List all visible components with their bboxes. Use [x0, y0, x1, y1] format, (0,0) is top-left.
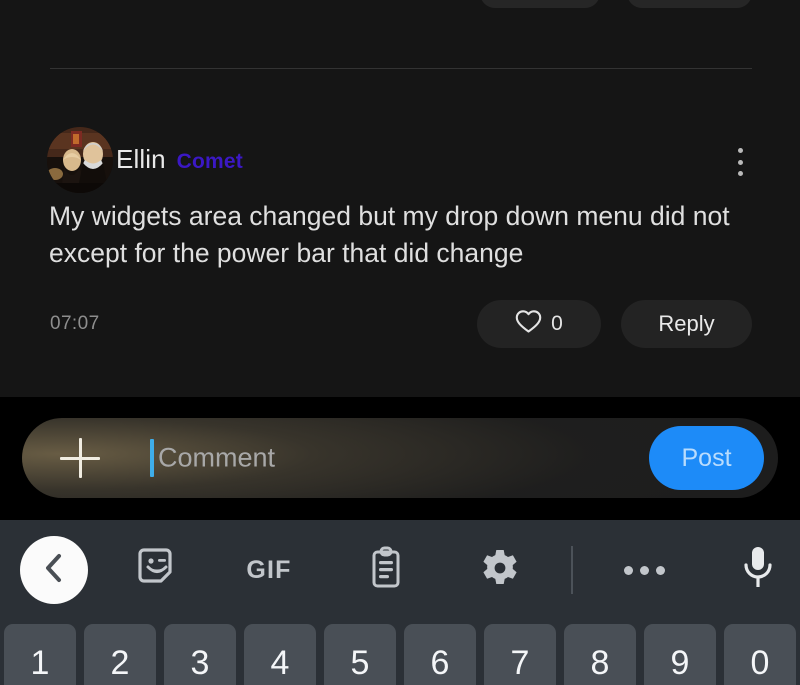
key-5[interactable]: 5 [324, 624, 396, 685]
key-label: 9 [670, 644, 690, 682]
virtual-keyboard: GIF 1 2 3 4 5 6 7 8 9 0 [0, 520, 800, 685]
text-cursor [150, 439, 154, 477]
comment-footer: 07:07 0 Reply [0, 300, 800, 348]
dot [623, 565, 633, 575]
gif-button[interactable]: GIF [235, 536, 303, 604]
author-name[interactable]: Ellin [116, 144, 166, 175]
key-8[interactable]: 8 [564, 624, 636, 685]
post-button[interactable]: Post [649, 426, 764, 490]
dot [737, 148, 743, 153]
key-label: 6 [430, 644, 450, 682]
reply-button[interactable]: Reply [621, 300, 752, 348]
reply-label: Reply [658, 311, 715, 336]
previous-reply-pill[interactable] [627, 0, 752, 8]
key-4[interactable]: 4 [244, 624, 316, 685]
comment-item: Ellin Comet My widgets area changed but … [0, 110, 800, 348]
key-label: 1 [30, 644, 50, 682]
clipboard-button[interactable] [352, 536, 420, 604]
previous-like-pill[interactable] [480, 0, 600, 8]
key-label: 7 [510, 644, 530, 682]
more-vertical-icon[interactable] [728, 146, 752, 178]
sticker-button[interactable] [124, 536, 192, 604]
chevron-left-icon [41, 552, 67, 589]
comment-input-placeholder[interactable]: Comment [158, 443, 275, 474]
toolbar-divider [571, 546, 573, 594]
key-9[interactable]: 9 [644, 624, 716, 685]
settings-button[interactable] [466, 536, 534, 604]
post-button-label: Post [681, 443, 732, 472]
like-count: 0 [551, 312, 563, 335]
previous-comment-actions [0, 0, 800, 8]
app-screen: Ellin Comet My widgets area changed but … [0, 0, 800, 685]
key-label: 0 [750, 644, 770, 682]
like-button[interactable]: 0 [477, 300, 601, 348]
key-label: 2 [110, 644, 130, 682]
author-badge: Comet [176, 150, 243, 173]
comment-input-container[interactable]: Comment Post [22, 418, 778, 498]
sticker-smiley-icon [138, 547, 178, 594]
voice-input-button[interactable] [724, 536, 792, 604]
key-0[interactable]: 0 [724, 624, 796, 685]
more-button[interactable] [610, 536, 678, 604]
key-label: 8 [590, 644, 610, 682]
key-7[interactable]: 7 [484, 624, 556, 685]
back-button[interactable] [20, 536, 88, 604]
composer-bar: Comment Post [0, 397, 800, 520]
comment-divider [50, 68, 752, 69]
comment-text: My widgets area changed but my drop down… [49, 201, 730, 268]
keyboard-number-row: 1 2 3 4 5 6 7 8 9 0 [0, 624, 800, 685]
key-label: 5 [350, 644, 370, 682]
key-3[interactable]: 3 [164, 624, 236, 685]
key-1[interactable]: 1 [4, 624, 76, 685]
comment-timestamp: 07:07 [50, 313, 100, 334]
key-6[interactable]: 6 [404, 624, 476, 685]
gif-text-icon: GIF [246, 555, 292, 584]
key-label: 4 [270, 644, 290, 682]
dot [655, 565, 665, 575]
microphone-icon [741, 545, 775, 596]
plus-icon[interactable] [60, 438, 100, 478]
heart-outline-icon [515, 309, 542, 339]
dot [737, 159, 743, 165]
more-horizontal-icon [623, 565, 665, 575]
clipboard-icon [367, 546, 405, 595]
avatar[interactable] [47, 127, 113, 193]
dot [639, 565, 649, 575]
comment-header: Ellin Comet [0, 110, 800, 193]
key-label: 3 [190, 644, 210, 682]
dot [737, 171, 743, 176]
author-line: Ellin Comet [116, 144, 243, 175]
keyboard-toolbar: GIF [0, 520, 800, 620]
gear-icon [480, 548, 520, 593]
key-2[interactable]: 2 [84, 624, 156, 685]
